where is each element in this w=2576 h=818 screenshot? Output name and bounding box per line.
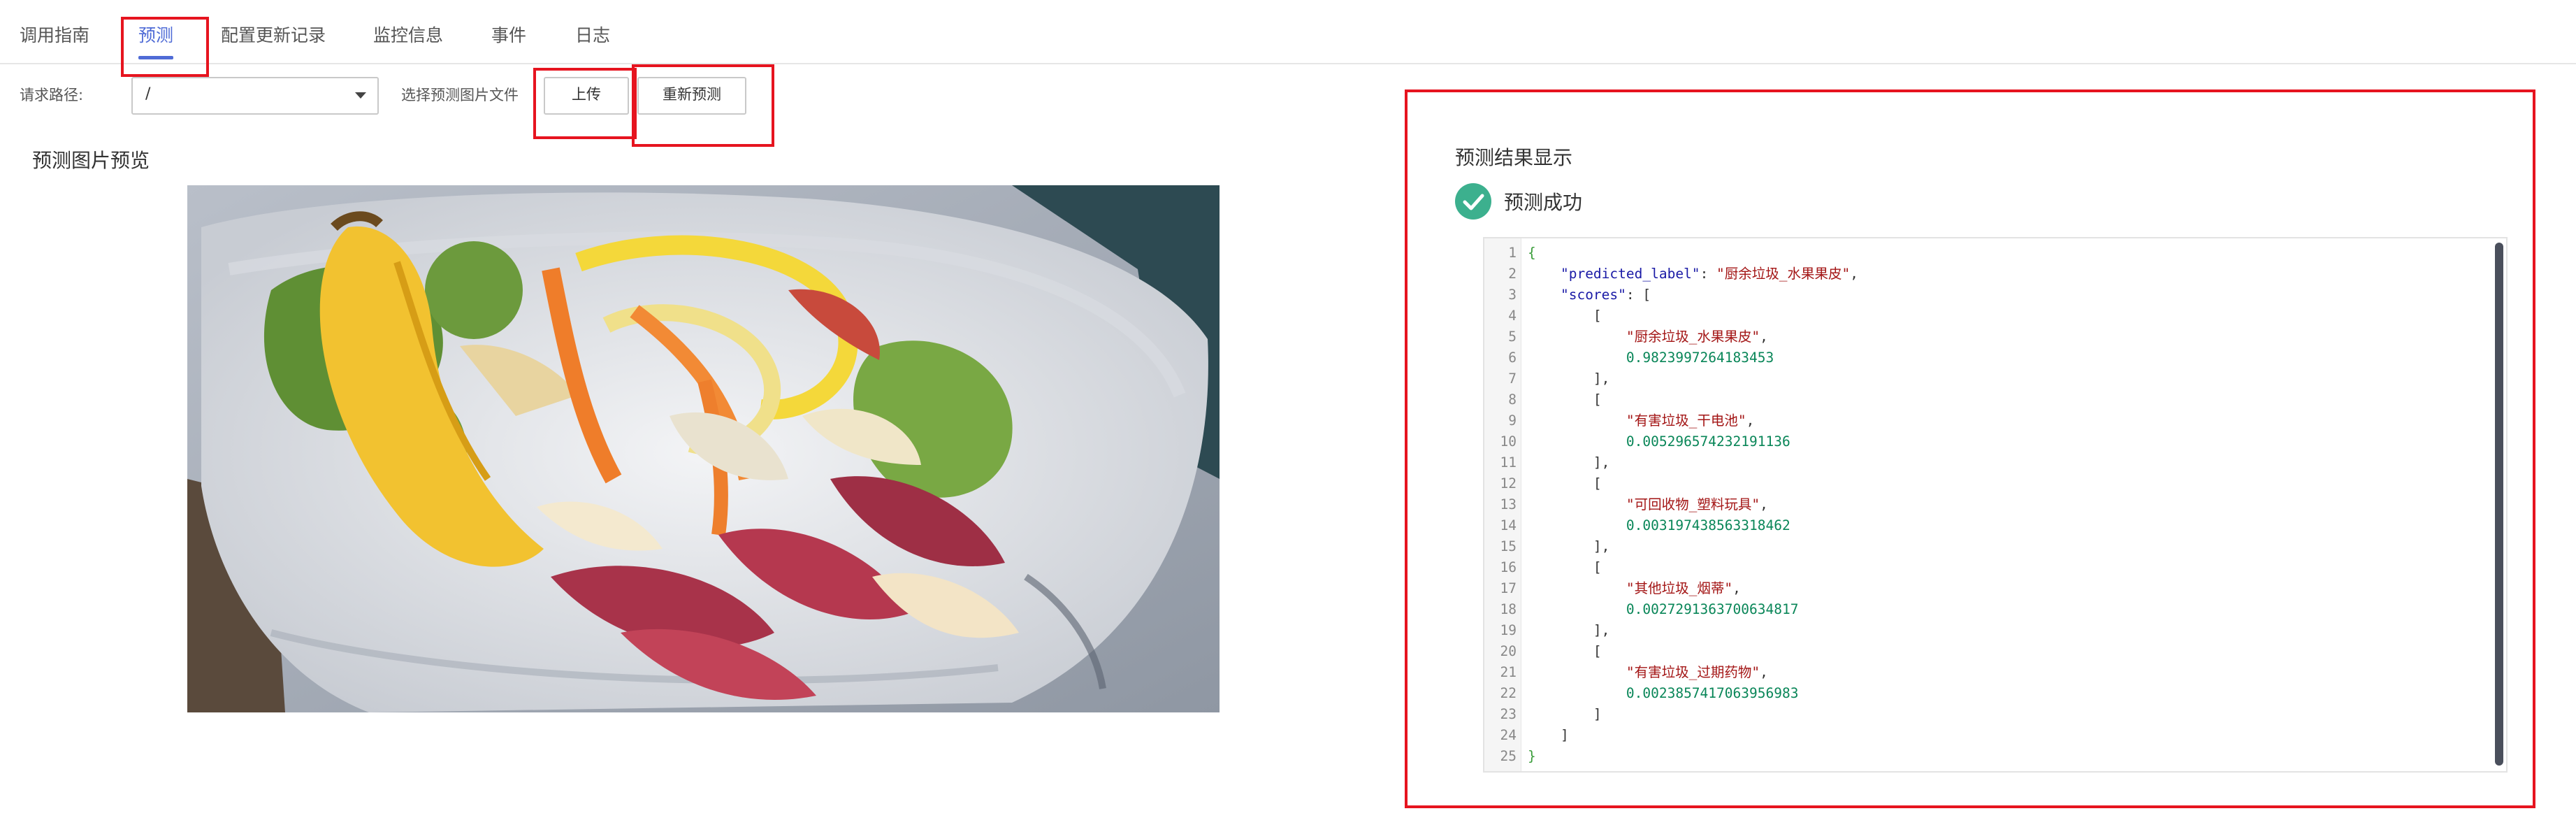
- tab-call-guide[interactable]: 调用指南: [20, 24, 89, 48]
- line-number: 20: [1500, 643, 1517, 659]
- line-number: 24: [1500, 727, 1517, 743]
- food-waste-photo: [187, 185, 1220, 712]
- line-number: 1: [1508, 245, 1517, 261]
- json-string: "厨余垃圾_水果果皮": [1626, 329, 1760, 345]
- code-content: [: [1593, 392, 1602, 408]
- highlight-tab-predict: [121, 17, 209, 77]
- line-number: 5: [1508, 329, 1517, 345]
- json-string: "厨余垃圾_水果果皮": [1716, 266, 1851, 282]
- line-number: 4: [1508, 308, 1517, 324]
- code-content: ]: [1560, 727, 1569, 743]
- result-title: 预测结果显示: [1455, 146, 1573, 169]
- tab-bar: 调用指南 预测 配置更新记录 监控信息 事件 日志: [0, 0, 2576, 64]
- score-value: 0.003197438563318462: [1626, 517, 1790, 533]
- code-content: "厨余垃圾_水果果皮",: [1626, 329, 1768, 345]
- json-key: "scores": [1560, 287, 1626, 303]
- json-string: "有害垃圾_过期药物": [1626, 664, 1760, 680]
- line-number: 25: [1500, 748, 1517, 764]
- request-path-value: /: [145, 85, 151, 103]
- line-number: 22: [1500, 685, 1517, 701]
- tab-logs[interactable]: 日志: [575, 24, 610, 48]
- score-value: 0.9823997264183453: [1626, 350, 1774, 366]
- status-text: 预测成功: [1504, 191, 1583, 214]
- line-number: 7: [1508, 371, 1517, 387]
- select-file-label: 选择预测图片文件: [401, 87, 519, 103]
- code-content: }: [1528, 748, 1536, 764]
- score-value: 0.0027291363700634817: [1626, 601, 1799, 617]
- line-number: 19: [1500, 622, 1517, 638]
- request-path-label: 请求路径:: [20, 87, 84, 103]
- preview-image: [187, 185, 1220, 712]
- code-content: [: [1593, 643, 1602, 659]
- preview-title: 预测图片预览: [32, 149, 150, 172]
- line-number: 14: [1500, 517, 1517, 533]
- json-string: "有害垃圾_干电池": [1626, 412, 1746, 429]
- result-json-viewer[interactable]: 1 {2 "predicted_label": "厨余垃圾_水果果皮", 3 "sc…: [1483, 237, 2508, 773]
- line-number: 9: [1508, 412, 1517, 429]
- line-number: 23: [1500, 706, 1517, 722]
- code-content: "有害垃圾_干电池",: [1626, 412, 1755, 429]
- code-content: ],: [1593, 454, 1610, 471]
- line-number: 6: [1508, 350, 1517, 366]
- code-content: {: [1528, 245, 1536, 261]
- code-content: 0.003197438563318462: [1528, 515, 1790, 536]
- chevron-down-icon: [355, 92, 366, 99]
- vertical-scrollbar[interactable]: [2495, 243, 2503, 766]
- line-number: 2: [1508, 266, 1517, 282]
- line-number: 18: [1500, 601, 1517, 617]
- tab-events[interactable]: 事件: [491, 24, 526, 48]
- score-value: 0.005296574232191136: [1626, 433, 1790, 450]
- line-number: 10: [1500, 433, 1517, 450]
- code-content: [: [1593, 475, 1602, 491]
- line-number: 16: [1500, 559, 1517, 575]
- code-content: "可回收物_塑料玩具",: [1626, 496, 1768, 512]
- tab-monitoring[interactable]: 监控信息: [373, 24, 443, 48]
- code-content: 0.0023857417063956983: [1528, 683, 1799, 704]
- line-number: 15: [1500, 538, 1517, 554]
- line-number: 8: [1508, 392, 1517, 408]
- code-content: "有害垃圾_过期药物",: [1626, 664, 1768, 680]
- code-content: "predicted_label": "厨余垃圾_水果果皮",: [1560, 266, 1859, 282]
- line-number: 13: [1500, 496, 1517, 512]
- code-content: 0.005296574232191136: [1528, 431, 1790, 452]
- request-path-select[interactable]: /: [131, 77, 379, 115]
- highlight-repredict: [632, 64, 774, 147]
- line-number: 21: [1500, 664, 1517, 680]
- code-content: ],: [1593, 622, 1610, 638]
- score-value: 0.0023857417063956983: [1626, 685, 1799, 701]
- code-content: ],: [1593, 538, 1610, 554]
- tab-config-history[interactable]: 配置更新记录: [221, 24, 326, 48]
- json-string: "其他垃圾_烟蒂": [1626, 580, 1733, 596]
- code-content: "scores": [: [1560, 287, 1651, 303]
- code-content: 0.0027291363700634817: [1528, 599, 1799, 620]
- code-content: ],: [1593, 371, 1610, 387]
- code-content: [: [1593, 559, 1602, 575]
- line-number: 11: [1500, 454, 1517, 471]
- json-string: "可回收物_塑料玩具": [1626, 496, 1760, 512]
- json-key: "predicted_label": [1560, 266, 1700, 282]
- code-content: "其他垃圾_烟蒂",: [1626, 580, 1741, 596]
- line-number: 3: [1508, 287, 1517, 303]
- line-number: 17: [1500, 580, 1517, 596]
- highlight-upload: [533, 68, 637, 139]
- code-content: 0.9823997264183453: [1528, 347, 1774, 368]
- code-content: [: [1593, 308, 1602, 324]
- code-content: ]: [1593, 706, 1602, 722]
- check-circle-icon: [1455, 183, 1491, 220]
- line-number: 12: [1500, 475, 1517, 491]
